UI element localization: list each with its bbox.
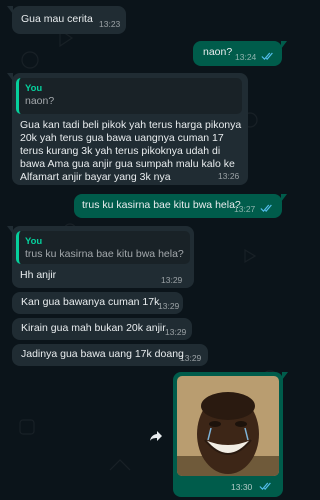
bubble-tail [7,73,13,81]
message-time: 13:29 [158,301,180,311]
message-time: 13:30 [231,482,253,492]
message-time: 13:27 [234,204,256,214]
quote-text: naon? [25,95,55,107]
message-text: Kirain gua mah bukan 20k anjir [21,322,166,334]
quoted-message[interactable]: You trus ku kasirna bae kitu bwa hela? [16,231,190,264]
laughing-man-photo[interactable] [177,376,279,476]
message-time: 13:24 [235,52,257,62]
message-incoming-reply[interactable]: You naon? Gua kan tadi beli pikok yah te… [7,73,248,185]
message-text: naon? [203,46,233,58]
quoted-message[interactable]: You naon? [16,78,242,114]
forward-button[interactable] [145,425,167,447]
message-time: 13:29 [180,353,202,363]
message-text: Gua kan tadi beli pikok yah terus harga … [20,119,242,183]
read-receipt-icon [261,52,273,61]
message-time: 13:26 [218,171,240,181]
message-text: Gua mau cerita [21,13,93,25]
message-time: 13:29 [165,327,187,337]
bubble-tail [7,226,13,234]
forward-icon [150,431,162,441]
message-incoming[interactable]: Kan gua bawanya cuman 17k 13:29 [12,292,183,314]
message-incoming[interactable]: Kirain gua mah bukan 20k anjir 13:29 [12,318,192,340]
quote-text: trus ku kasirna bae kitu bwa hela? [25,248,184,260]
message-text: Kan gua bawanya cuman 17k [21,296,160,308]
bubble-tail [282,372,288,380]
message-incoming-reply[interactable]: You trus ku kasirna bae kitu bwa hela? H… [7,226,194,288]
message-text: Hh anjir [20,269,57,281]
read-receipt-icon [259,482,271,491]
bubble-tail [281,194,287,202]
message-time: 13:23 [99,19,121,29]
read-receipt-icon [260,204,272,213]
message-text: Jadinya gua bawa uang 17k doang [21,348,184,360]
bubble-tail [7,6,13,14]
quote-sender: You [25,83,43,94]
message-outgoing-image[interactable]: 13:30 [173,372,288,497]
message-text: trus ku kasirna bae kitu bwa hela? [82,199,241,211]
message-incoming[interactable]: Jadinya gua bawa uang 17k doang 13:29 [12,344,208,366]
message-incoming[interactable]: Gua mau cerita 13:23 [7,6,126,34]
message-outgoing[interactable]: trus ku kasirna bae kitu bwa hela? 13:27 [74,194,287,218]
message-time: 13:29 [161,275,183,285]
bubble-tail [281,41,287,49]
quote-sender: You [25,236,43,247]
message-outgoing[interactable]: naon? 13:24 [193,41,287,66]
